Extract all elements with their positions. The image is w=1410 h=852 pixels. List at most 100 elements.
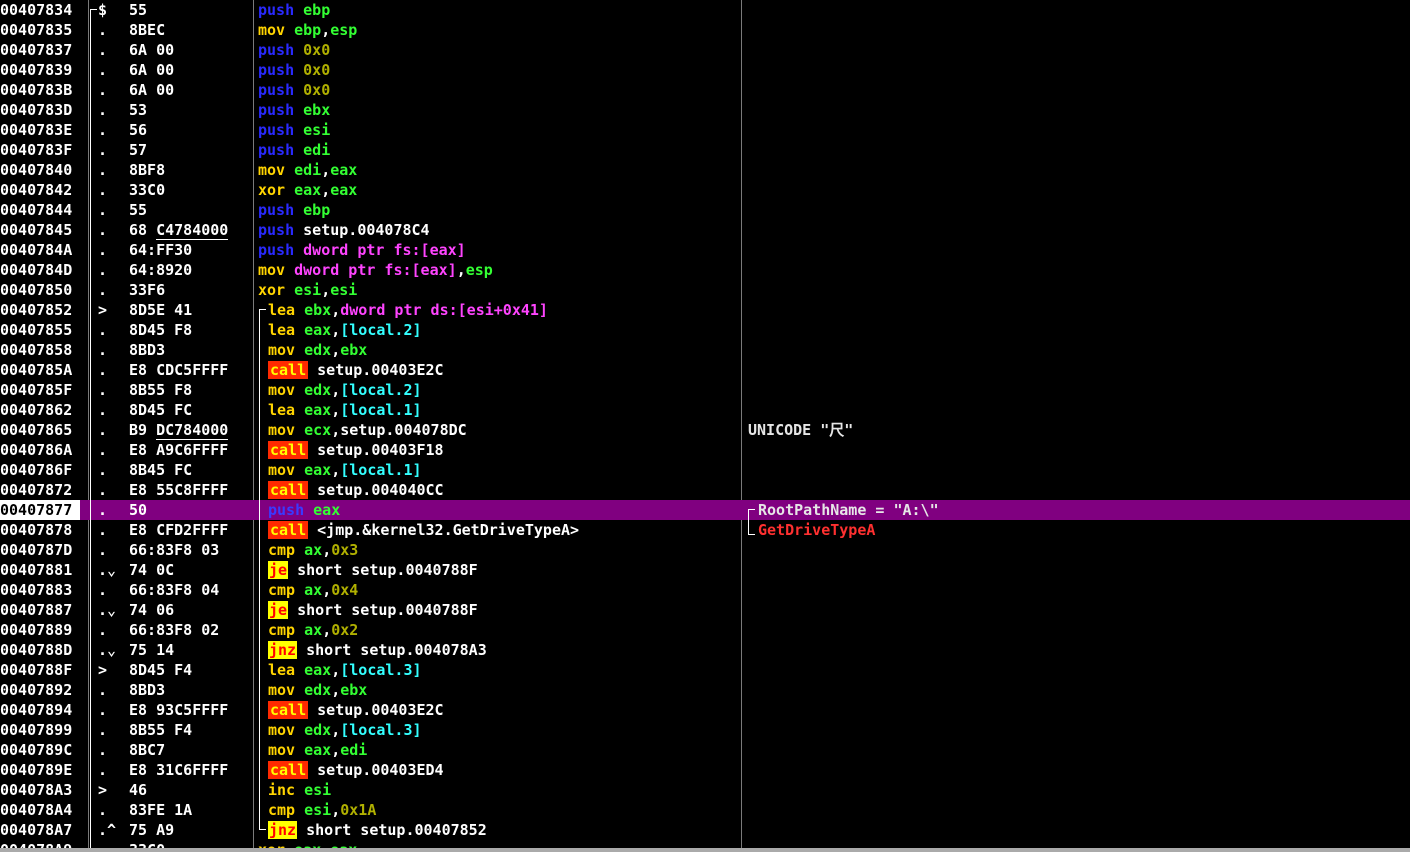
code-row[interactable]: 0040785F. 8B55 F8 mov edx,[local.2] (0, 380, 1410, 400)
address: 0040786A (0, 441, 73, 459)
flow-marker: . (98, 441, 108, 459)
code-row[interactable]: 00407894. E8 93C5FFFF call setup.00403E2C (0, 700, 1410, 720)
operand-token (308, 481, 317, 499)
flow-marker: . (98, 241, 108, 259)
instruction: mov ecx,setup.004078DC (268, 420, 467, 440)
code-row[interactable]: 0040784A. 64:FF30 push dword ptr fs:[eax] (0, 240, 1410, 260)
hex-bytes-text: B9 (129, 421, 157, 439)
instruction: cmp ax,0x4 (268, 580, 358, 600)
hex-bytes-text: E8 A9C6FFFF (129, 441, 229, 459)
operand-token: esi (330, 281, 358, 299)
mnemonic: push (258, 41, 295, 59)
code-row[interactable]: 00407835. 8BEC mov ebp,esp (0, 20, 1410, 40)
address: 0040787D (0, 541, 73, 559)
code-row[interactable]: 00407840. 8BF8 mov edi,eax (0, 160, 1410, 180)
disassembly-view[interactable]: 00407834 $55 push ebp 00407835. 8BEC mov ebp,… (0, 0, 1410, 852)
flow-marker: . (98, 421, 108, 439)
address: 00407894 (0, 701, 73, 719)
code-row[interactable]: 00407881 .⌄ 74 0C je short setup.0040788F (0, 560, 1410, 580)
code-row[interactable]: 00407855. 8D45 F8 lea eax,[local.2] (0, 320, 1410, 340)
hex-bytes-text: 50 (129, 501, 148, 519)
code-row[interactable]: 0040789C. 8BC7 mov eax,edi (0, 740, 1410, 760)
operand-token: esi (294, 281, 322, 299)
hex-bytes: 8B55 F4 (129, 720, 192, 740)
code-row[interactable]: 0040786A. E8 A9C6FFFF call setup.00403F18 (0, 440, 1410, 460)
operand-token (295, 461, 304, 479)
hex-bytes: 33C0 (129, 180, 165, 200)
mnemonic: push (258, 201, 295, 219)
code-row[interactable]: 0040785A. E8 CDC5FFFF call setup.00403E2C (0, 360, 1410, 380)
code-row[interactable]: 00407865. B9 DC784000 mov ecx,setup.004078… (0, 420, 1410, 440)
mnemonic: cmp (268, 581, 296, 599)
operand-token: ax (304, 541, 323, 559)
address: 00407840 (0, 161, 73, 179)
code-row[interactable]: 0040789E. E8 31C6FFFF call setup.00403ED4 (0, 760, 1410, 780)
mnemonic: mov (258, 261, 286, 279)
operand-token (294, 241, 303, 259)
hex-bytes: 33F6 (129, 280, 165, 300)
address: 0040789E (0, 761, 73, 779)
operand-token (294, 81, 303, 99)
code-row[interactable]: 0040788D .⌄ 75 14 jnz short setup.004078A3 (0, 640, 1410, 660)
code-row[interactable]: 00407858. 8BD3 mov edx,ebx (0, 340, 1410, 360)
operand-token (295, 421, 304, 439)
mnemonic: je (268, 601, 289, 619)
operand-token: esi (303, 121, 331, 139)
code-row[interactable]: 0040787D. 66:83F8 03 cmp ax,0x3 (0, 540, 1410, 560)
hex-bytes: 83FE 1A (129, 800, 192, 820)
hex-bytes: 8BD3 (129, 340, 165, 360)
address: 00407883 (0, 581, 73, 599)
mnemonic: push (258, 241, 295, 259)
code-row[interactable]: 00407877. 50 push eax RootPathName = "A:\" (0, 500, 1410, 520)
hex-bytes: E8 CDC5FFFF (129, 360, 228, 380)
horizontal-scrollbar[interactable] (0, 848, 1410, 852)
code-row[interactable]: 004078A4. 83FE 1A cmp esi,0x1A (0, 800, 1410, 820)
operand-token: eax (304, 661, 332, 679)
hex-bytes-text: 57 (129, 141, 148, 159)
hex-bytes: 53 (129, 100, 147, 120)
instruction: jnz short setup.00407852 (268, 820, 487, 840)
instruction: inc esi (268, 780, 331, 800)
code-row[interactable]: 00407862. 8D45 FC lea eax,[local.1] (0, 400, 1410, 420)
code-row[interactable]: 004078A3 >46 inc esi (0, 780, 1410, 800)
code-row[interactable]: 00407845. 68 C4784000 push setup.004078C4 (0, 220, 1410, 240)
flow-marker: $ (98, 1, 108, 19)
code-row[interactable]: 00407842. 33C0 xor eax,eax (0, 180, 1410, 200)
comment: RootPathName = "A:\" (758, 501, 939, 519)
code-row[interactable]: 00407878. E8 CFD2FFFF call <jmp.&kernel32.… (0, 520, 1410, 540)
operand-token (295, 781, 304, 799)
operand-token: ebx (304, 301, 332, 319)
code-row[interactable]: 00407850. 33F6 xor esi,esi (0, 280, 1410, 300)
hex-bytes-text: 33C0 (129, 181, 166, 199)
code-row[interactable]: 0040784D. 64:8920 mov dword ptr fs:[eax],e… (0, 260, 1410, 280)
hex-bytes: 57 (129, 140, 147, 160)
operand-token: edx (304, 381, 332, 399)
code-row[interactable]: 00407899. 8B55 F4 mov edx,[local.3] (0, 720, 1410, 740)
code-row[interactable]: 004078A7 .^ 75 A9 jnz short setup.00407852 (0, 820, 1410, 840)
code-row[interactable]: 0040783F. 57 push edi (0, 140, 1410, 160)
code-row[interactable]: 00407834 $55 push ebp (0, 0, 1410, 20)
instruction: xor eax,eax (258, 180, 357, 200)
code-row[interactable]: 0040786F. 8B45 FC mov eax,[local.1] (0, 460, 1410, 480)
code-row[interactable]: 00407887 .⌄ 74 06 je short setup.0040788F (0, 600, 1410, 620)
address: 0040783B (0, 81, 73, 99)
code-row[interactable]: 00407889. 66:83F8 02 cmp ax,0x2 (0, 620, 1410, 640)
operand-token: , (331, 401, 341, 419)
code-row[interactable]: 00407883. 66:83F8 04 cmp ax,0x4 (0, 580, 1410, 600)
code-row[interactable]: 0040783E. 56 push esi (0, 120, 1410, 140)
code-row[interactable]: 0040783D. 53 push ebx (0, 100, 1410, 120)
code-row[interactable]: 0040783B. 6A 00 push 0x0 (0, 80, 1410, 100)
code-row[interactable]: 0040788F >8D45 F4 lea eax,[local.3] (0, 660, 1410, 680)
code-row[interactable]: 00407839. 6A 00 push 0x0 (0, 60, 1410, 80)
operand-token: , (322, 541, 332, 559)
flow-marker: . (98, 41, 108, 59)
instruction: mov eax,edi (268, 740, 367, 760)
code-row[interactable]: 00407844. 55 push ebp (0, 200, 1410, 220)
code-row[interactable]: 00407892. 8BD3 mov edx,ebx (0, 680, 1410, 700)
mnemonic: mov (268, 461, 296, 479)
code-row[interactable]: 00407837. 6A 00 push 0x0 (0, 40, 1410, 60)
code-row[interactable]: 00407872. E8 55C8FFFF call setup.004040CC (0, 480, 1410, 500)
instruction: push 0x0 (258, 80, 330, 100)
code-row[interactable]: 00407852 >8D5E 41 lea ebx,dword ptr ds:[es… (0, 300, 1410, 320)
address: 004078A4 (0, 801, 73, 819)
